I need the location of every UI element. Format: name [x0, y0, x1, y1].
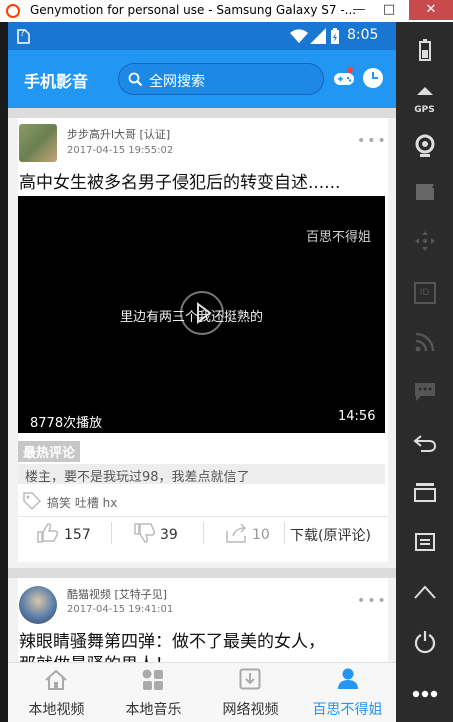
emulator-toolbar: GPS ID: [396, 22, 453, 722]
search-bar[interactable]: 全网搜索: [118, 63, 324, 95]
divider: [18, 516, 388, 517]
battery-widget-icon[interactable]: [396, 32, 453, 72]
history-clock-icon[interactable]: [362, 67, 384, 93]
status-time: 8:05: [347, 27, 379, 43]
video-watermark: 百思不得姐: [306, 230, 372, 245]
nav-label: 网络视频: [222, 702, 279, 718]
post-username[interactable]: 步步高升l大哥 [认证]: [67, 126, 170, 142]
nav-baisi[interactable]: 百思不得姐: [299, 663, 396, 722]
nav-label: 百思不得姐: [312, 702, 383, 718]
post-card[interactable]: 步步高升l大哥 [认证] 2017-04-15 19:55:02 ••• 高中女…: [18, 118, 388, 562]
id-label: ID: [413, 282, 436, 304]
post-card[interactable]: 酷猫视频 [艾特子见] 2017-04-15 19:41:01 ••• 辣眼睛骚…: [18, 578, 388, 675]
nav-label: 本地视频: [28, 702, 85, 718]
dislike-icon[interactable]: [133, 522, 157, 548]
emulator-left-frame: [0, 22, 8, 722]
like-icon[interactable]: [36, 522, 60, 548]
video-subtitle: 里边有两三个我还挺熟的: [120, 310, 264, 325]
hot-comment[interactable]: 楼主，要不是我玩过98，我差点就信了: [18, 464, 385, 485]
more-options-icon[interactable]: •••: [357, 133, 388, 149]
post-title-line1[interactable]: 辣眼睛骚舞第四弹：做不了最美的女人，: [19, 627, 325, 652]
post-tags[interactable]: 搞笑 吐槽 hx: [47, 494, 117, 511]
home-icon: [44, 669, 68, 695]
download-icon: [239, 668, 261, 694]
dpad-icon[interactable]: [396, 222, 453, 262]
maximize-button[interactable]: □: [375, 0, 403, 20]
avatar[interactable]: [19, 586, 57, 624]
nav-network-video[interactable]: 网络视频: [202, 663, 299, 722]
id-widget[interactable]: ID: [396, 272, 453, 312]
share-icon[interactable]: [225, 522, 249, 548]
wifi-icon: [290, 28, 308, 48]
person-icon: [337, 667, 359, 695]
divider-bar: [8, 568, 396, 578]
nav-local-music[interactable]: 本地音乐: [105, 663, 202, 722]
grid-icon: [142, 669, 164, 695]
post-time: 2017-04-15 19:41:01: [67, 604, 174, 615]
battery-icon: [330, 27, 340, 49]
more-options-icon[interactable]: •••: [357, 593, 388, 609]
bottom-navigation: 本地视频 本地音乐 网络视频 百思不得姐: [8, 662, 396, 722]
home-button-icon[interactable]: [396, 572, 453, 612]
sim-unknown-label: ?: [20, 29, 25, 39]
menu-icon[interactable]: [396, 522, 453, 562]
signal-icon: [310, 28, 326, 48]
post-time: 2017-04-15 19:55:02: [67, 145, 174, 156]
gps-icon: [416, 87, 433, 95]
window-title: Genymotion for personal use - Samsung Ga…: [30, 3, 357, 17]
back-icon[interactable]: [396, 422, 453, 462]
hot-comment-label: 最热评论: [18, 441, 81, 462]
app-title: 手机影音: [24, 72, 89, 91]
post-title[interactable]: 高中女生被多名男子侵犯后的转变自述......: [19, 168, 340, 193]
divider-bar: [8, 108, 396, 118]
nav-local-video[interactable]: 本地视频: [8, 663, 105, 722]
sms-icon[interactable]: [396, 372, 453, 412]
hot-comment-text: 楼主，要不是我玩过98，我差点就信了: [25, 470, 250, 485]
search-icon: [128, 72, 143, 91]
power-icon[interactable]: [396, 622, 453, 662]
avatar[interactable]: [19, 124, 57, 162]
game-icon[interactable]: [332, 66, 356, 94]
close-button[interactable]: ✕: [409, 0, 453, 20]
share-count[interactable]: 10: [252, 527, 270, 543]
more-icon[interactable]: [396, 674, 453, 714]
divider: [284, 522, 285, 544]
tag-icon: [22, 491, 42, 515]
window-titlebar: Genymotion for personal use - Samsung Ga…: [0, 0, 453, 23]
nav-label: 本地音乐: [125, 702, 182, 718]
video-duration: 14:56: [338, 409, 376, 424]
divider: [203, 522, 204, 544]
recent-apps-icon[interactable]: [396, 472, 453, 512]
gps-widget[interactable]: GPS: [396, 80, 453, 120]
genymotion-logo-icon: [6, 4, 20, 18]
post-username[interactable]: 酷猫视频 [艾特子见]: [67, 586, 167, 602]
minimize-button[interactable]: —: [345, 0, 373, 20]
screencast-icon[interactable]: [396, 174, 453, 214]
app-bar: 手机影音 全网搜索: [8, 50, 396, 108]
video-player[interactable]: 百思不得姐 里边有两三个我还挺熟的 8778次播放 14:56: [18, 196, 385, 433]
search-label: 全网搜索: [149, 74, 205, 90]
like-count[interactable]: 157: [64, 527, 91, 543]
gps-label: GPS: [414, 105, 435, 115]
status-bar: ? 8:05: [8, 22, 396, 50]
divider: [111, 522, 112, 544]
phone-screen: ? 8:05 手机影音 全网搜索 步步高升l大哥 [认证] 2017-04-15…: [8, 22, 396, 722]
webcam-icon[interactable]: [396, 128, 453, 168]
rss-icon[interactable]: [396, 322, 453, 362]
download-original-button[interactable]: 下载(原评论): [290, 525, 371, 545]
play-count: 8778次播放: [30, 416, 103, 431]
dislike-count[interactable]: 39: [160, 527, 178, 543]
